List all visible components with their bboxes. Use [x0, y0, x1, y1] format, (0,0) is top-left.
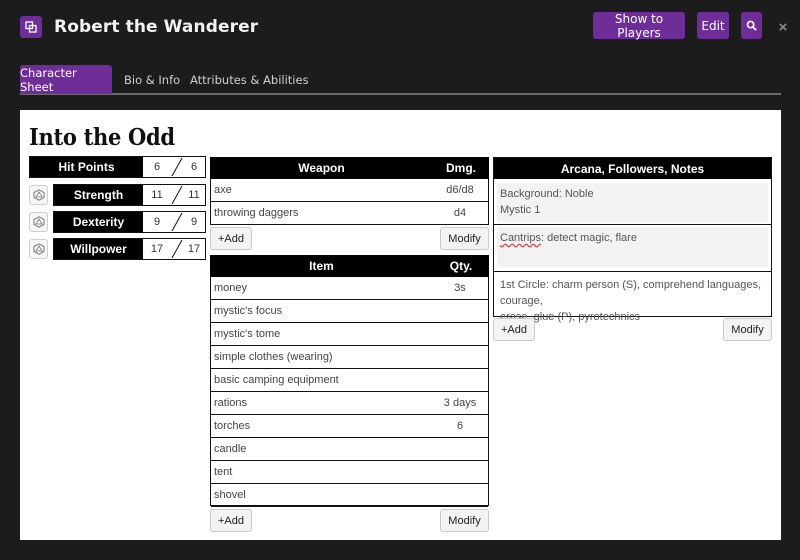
- dexterity-label: Dexterity: [54, 212, 143, 232]
- character-sheet: Into the Odd Hit Points 6 6 Strength 11 …: [20, 110, 781, 540]
- tab-attributes-abilities[interactable]: Attributes & Abilities: [190, 65, 309, 94]
- hit-points-current[interactable]: 6: [143, 157, 171, 177]
- first-circle-line: 1st Circle: charm person (S), comprehend…: [500, 279, 762, 307]
- weapon-table-header: Weapon Dmg.: [210, 157, 489, 179]
- strength-label: Strength: [54, 185, 143, 205]
- sheet-title: Into the Odd: [29, 122, 175, 151]
- item-quantity: [434, 300, 486, 322]
- window-title: Robert the Wanderer: [54, 17, 259, 37]
- hit-points-max[interactable]: 6: [180, 157, 208, 177]
- show-to-players-button[interactable]: Show to Players: [593, 12, 685, 40]
- d20-icon: [33, 216, 44, 228]
- d20-icon: [33, 189, 44, 201]
- notes-header: Arcana, Followers, Notes: [494, 158, 771, 179]
- willpower-stat: Willpower 17 17: [53, 238, 206, 260]
- table-row[interactable]: mystic's tome: [211, 323, 488, 346]
- table-row[interactable]: axe d6/d8: [211, 179, 488, 202]
- edit-button[interactable]: Edit: [697, 12, 729, 39]
- item-quantity: [434, 461, 486, 483]
- table-row[interactable]: torches 6: [211, 415, 488, 438]
- item-quantity: [434, 438, 486, 460]
- close-icon[interactable]: ×: [776, 19, 790, 36]
- weapon-name: axe: [214, 184, 232, 196]
- add-note-button[interactable]: +Add: [493, 318, 535, 341]
- dexterity-max[interactable]: 9: [180, 212, 208, 232]
- willpower-max[interactable]: 17: [180, 239, 208, 259]
- item-table: money 3s mystic's focus mystic's tome si…: [210, 277, 489, 507]
- item-name: money: [214, 282, 248, 294]
- note-class-line: Mystic 1: [500, 204, 541, 216]
- strength-current[interactable]: 11: [143, 185, 171, 205]
- item-name: candle: [214, 443, 247, 455]
- dexterity-current[interactable]: 9: [143, 212, 171, 232]
- popout-icon: [25, 21, 37, 33]
- cantrips-word: Cantrips: [500, 232, 541, 244]
- item-name: shovel: [214, 489, 246, 501]
- item-quantity: [434, 323, 486, 345]
- tab-bio-info[interactable]: Bio & Info: [124, 65, 180, 94]
- search-icon: [746, 20, 757, 31]
- item-name: rations: [214, 397, 248, 409]
- cantrips-list: : detect magic, flare: [540, 232, 637, 244]
- tab-bar: Character Sheet Bio & Info Attributes & …: [20, 65, 781, 95]
- table-row[interactable]: rations 3 days: [211, 392, 488, 415]
- table-row[interactable]: mystic's focus: [211, 300, 488, 323]
- item-quantity: 3 days: [443, 397, 477, 409]
- notes-panel: Arcana, Followers, Notes Background: Nob…: [493, 157, 772, 323]
- d20-icon: [33, 243, 44, 255]
- window-icon: [20, 16, 42, 38]
- item-name: mystic's tome: [214, 328, 281, 340]
- table-row[interactable]: shovel: [211, 484, 488, 507]
- item-quantity: [434, 369, 486, 391]
- strength-stat: Strength 11 11: [53, 184, 206, 206]
- strength-max[interactable]: 11: [180, 185, 208, 205]
- roll-willpower-button[interactable]: [29, 239, 48, 259]
- damage-header: Dmg.: [446, 161, 476, 175]
- note-divider: [494, 271, 771, 272]
- hit-points-label: Hit Points: [30, 157, 143, 177]
- note-background[interactable]: Background: Noble Mystic 1: [497, 183, 768, 222]
- note-divider: [494, 224, 771, 225]
- search-button[interactable]: [741, 12, 762, 39]
- weapon-damage: d6/d8: [446, 184, 474, 196]
- note-first-circle[interactable]: 1st Circle: charm person (S), comprehend…: [497, 274, 768, 323]
- dexterity-stat: Dexterity 9 9: [53, 211, 206, 233]
- weapon-damage: d4: [453, 207, 467, 219]
- item-name: simple clothes (wearing): [214, 351, 333, 363]
- modify-note-button[interactable]: Modify: [723, 318, 772, 341]
- item-quantity: 6: [456, 420, 464, 432]
- hit-points-stat: Hit Points 6 6: [29, 156, 206, 178]
- item-table-header: Item Qty.: [210, 255, 489, 277]
- willpower-label: Willpower: [54, 239, 143, 259]
- quantity-header: Qty.: [449, 259, 473, 273]
- item-name: tent: [214, 466, 233, 478]
- table-row[interactable]: throwing daggers d4: [211, 202, 488, 225]
- modify-weapon-button[interactable]: Modify: [440, 227, 489, 250]
- item-header: Item: [309, 259, 334, 273]
- item-name: mystic's focus: [214, 305, 283, 317]
- item-quantity: [434, 484, 486, 506]
- note-background-line: Background: Noble: [500, 188, 594, 200]
- table-row[interactable]: tent: [211, 461, 488, 484]
- item-name: basic camping equipment: [214, 374, 339, 386]
- modify-item-button[interactable]: Modify: [440, 509, 489, 532]
- roll-dexterity-button[interactable]: [29, 212, 48, 232]
- table-row[interactable]: simple clothes (wearing): [211, 346, 488, 369]
- item-quantity: [434, 346, 486, 368]
- willpower-current[interactable]: 17: [143, 239, 171, 259]
- tab-character-sheet[interactable]: Character Sheet: [20, 65, 112, 94]
- weapon-table: axe d6/d8 throwing daggers d4: [210, 179, 489, 225]
- note-cantrips[interactable]: Cantrips: detect magic, flare: [497, 227, 768, 267]
- table-row[interactable]: candle: [211, 438, 488, 461]
- item-quantity: 3s: [454, 282, 466, 294]
- weapon-header: Weapon: [298, 161, 345, 175]
- table-row[interactable]: basic camping equipment: [211, 369, 488, 392]
- table-row[interactable]: money 3s: [211, 277, 488, 300]
- add-weapon-button[interactable]: +Add: [210, 227, 252, 250]
- weapon-name: throwing daggers: [214, 207, 299, 219]
- add-item-button[interactable]: +Add: [210, 509, 252, 532]
- item-name: torches: [214, 420, 251, 432]
- roll-strength-button[interactable]: [29, 185, 48, 205]
